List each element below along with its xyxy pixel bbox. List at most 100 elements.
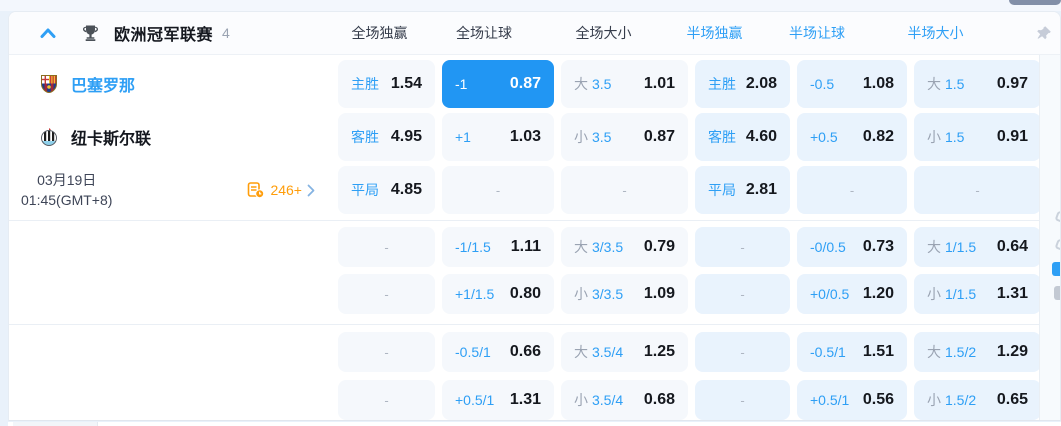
line-number: 1/1.5	[945, 239, 977, 255]
line-prefix: 大	[927, 344, 941, 360]
odds-cell[interactable]: 客胜 4.95	[338, 113, 435, 161]
odds-cell[interactable]: -	[442, 166, 554, 214]
line-number: 3/3.5	[592, 239, 624, 255]
odds-cell[interactable]: 大 1.5/2 1.29	[914, 332, 1041, 372]
odds-cell[interactable]: -1/1.5 1.11	[442, 227, 554, 267]
odds-cell[interactable]: -0/0.5 0.73	[797, 227, 907, 267]
floating-widget-fragment	[1054, 286, 1060, 300]
away-team-name: 纽卡斯尔联	[71, 131, 152, 148]
empty-dash: -	[384, 392, 389, 408]
odds-cell[interactable]: 小 3/3.5 1.09	[561, 274, 688, 314]
odds-row: - -1/1.5 1.11 大 3/3.5 0.79 - -0/0.5 0.73 大 1/…	[9, 227, 1060, 267]
collapse-button[interactable]	[39, 24, 57, 42]
odds-cell[interactable]: -	[561, 166, 688, 214]
more-markets-link[interactable]: 246+	[247, 181, 315, 199]
column-header-full-win[interactable]: 全场独赢	[331, 23, 428, 43]
odds-cell-selected[interactable]: -1 0.87	[442, 60, 554, 108]
odds-cell[interactable]: +0.5/1 0.56	[797, 380, 907, 420]
odds-cell[interactable]: +1/1.5 0.80	[442, 274, 554, 314]
odds-cell[interactable]: -	[797, 166, 907, 214]
empty-dash: -	[622, 182, 627, 198]
odds-cell[interactable]: 小 1/1.5 1.31	[914, 274, 1041, 314]
odds-row-away: 纽卡斯尔联 客胜 4.95 +1 1.03 小 3.5 0.87 客胜 4.60 +0.5…	[9, 113, 1060, 161]
pin-button[interactable]	[1033, 23, 1053, 43]
odds-value: 1.03	[509, 128, 541, 145]
odds-cell[interactable]: 大 3/3.5 0.79	[561, 227, 688, 267]
line-prefix: 大	[574, 76, 588, 92]
odds-cell[interactable]: 小 3.5 0.87	[561, 113, 688, 161]
odds-cell[interactable]: 平局 4.85	[338, 166, 435, 214]
bet-label: -0/0.5	[810, 239, 846, 255]
odds-cell[interactable]: -	[338, 332, 435, 372]
odds-cell[interactable]: +1 1.03	[442, 113, 554, 161]
odds-cell[interactable]: -	[338, 227, 435, 267]
odds-value: 0.64	[996, 238, 1028, 255]
odds-value: 0.56	[862, 391, 894, 408]
column-header-half-over-under[interactable]: 半场大小	[872, 23, 999, 43]
odds-cell[interactable]: -	[338, 380, 435, 420]
bet-label: +0/0.5	[810, 286, 850, 302]
odds-cell[interactable]: +0.5 0.82	[797, 113, 907, 161]
odds-value: 1.09	[643, 285, 675, 302]
bet-label: -0.5/1	[810, 344, 846, 360]
odds-cell[interactable]: 主胜 2.08	[695, 60, 790, 108]
league-title: 欧洲冠军联赛	[114, 27, 214, 44]
odds-value: 1.51	[862, 343, 894, 360]
odds-cell[interactable]: -	[695, 274, 790, 314]
odds-value: 1.25	[643, 343, 675, 360]
odds-row: - -0.5/1 0.66 大 3.5/4 1.25 - -0.5/1 1.51 大 1.…	[9, 332, 1060, 372]
line-number: 3.5	[592, 129, 612, 145]
column-header-half-win[interactable]: 半场独赢	[667, 23, 762, 43]
odds-cell[interactable]: -0.5/1 1.51	[797, 332, 907, 372]
odds-cell[interactable]: 平局 2.81	[695, 166, 790, 214]
odds-value: 0.80	[509, 285, 541, 302]
odds-cell[interactable]: 大 3.5 1.01	[561, 60, 688, 108]
odds-value: 0.66	[509, 343, 541, 360]
odds-cell[interactable]: 大 1.5 0.97	[914, 60, 1041, 108]
bet-label: +0.5/1	[810, 392, 850, 408]
line-number: 3.5/4	[592, 392, 624, 408]
odds-cell[interactable]: 小 1.5 0.91	[914, 113, 1041, 161]
odds-cell[interactable]: +0.5/1 1.31	[442, 380, 554, 420]
odds-cell[interactable]: 客胜 4.60	[695, 113, 790, 161]
odds-value: 0.87	[509, 75, 541, 92]
odds-cell[interactable]: 小 3.5/4 0.68	[561, 380, 688, 420]
bet-label: -1/1.5	[455, 239, 491, 255]
match-time: 01:45(GMT+8)	[21, 192, 113, 208]
odds-cell[interactable]: -	[695, 380, 790, 420]
next-card-divider	[97, 422, 98, 426]
odds-value: 1.11	[510, 238, 541, 255]
trophy-icon	[81, 24, 100, 43]
odds-cell[interactable]: -	[695, 332, 790, 372]
right-gutter	[1039, 55, 1060, 420]
line-prefix: 大	[927, 76, 941, 92]
page-top-strip	[0, 0, 1061, 11]
bet-label: +1	[455, 129, 471, 145]
odds-cell[interactable]: -	[695, 227, 790, 267]
odds-cell[interactable]: -0.5 1.08	[797, 60, 907, 108]
odds-cell[interactable]: 大 3.5/4 1.25	[561, 332, 688, 372]
empty-dash: -	[740, 344, 745, 360]
odds-cell[interactable]: 大 1/1.5 0.64	[914, 227, 1041, 267]
bet-label: 客胜	[708, 129, 736, 145]
away-team-crest-icon	[39, 127, 59, 147]
column-header-full-handicap[interactable]: 全场让球	[428, 23, 540, 43]
column-header-full-over-under[interactable]: 全场大小	[540, 23, 667, 43]
line-prefix: 大	[574, 239, 588, 255]
odds-row-home: 巴塞罗那 主胜 1.54 -1 0.87 大 3.5 1.01 主胜 2.08 -0.5 1…	[9, 60, 1060, 108]
column-header-half-handicap[interactable]: 半场让球	[762, 23, 872, 43]
bet-label: +0.5	[810, 129, 838, 145]
odds-cell[interactable]: -	[338, 274, 435, 314]
odds-cell[interactable]: -	[914, 166, 1041, 214]
empty-dash: -	[975, 182, 980, 198]
line-prefix: 小	[927, 392, 941, 408]
odds-cell[interactable]: -0.5/1 0.66	[442, 332, 554, 372]
bet-label: 平局	[351, 182, 379, 198]
odds-cell[interactable]: +0/0.5 1.20	[797, 274, 907, 314]
empty-dash: -	[740, 392, 745, 408]
odds-value: 1.20	[862, 285, 894, 302]
odds-cell[interactable]: 主胜 1.54	[338, 60, 435, 108]
odds-cell[interactable]: 小 1.5/2 0.65	[914, 380, 1041, 420]
line-number: 3.5	[592, 76, 612, 92]
line-number: 1/1.5	[945, 286, 977, 302]
